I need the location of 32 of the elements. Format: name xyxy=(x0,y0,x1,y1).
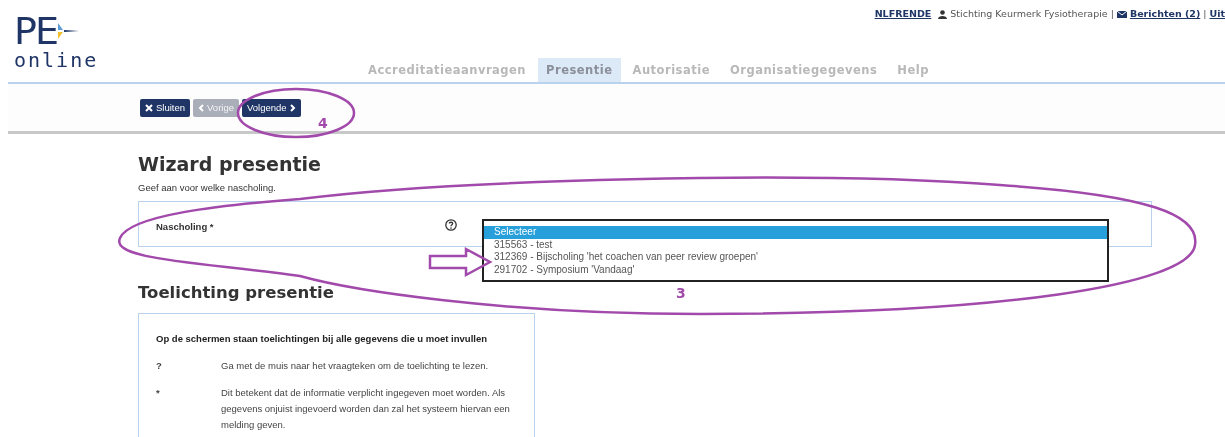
envelope-icon xyxy=(1116,10,1127,18)
user-icon xyxy=(938,9,948,19)
listbox-option[interactable]: 315563 - test xyxy=(484,238,1107,252)
page-title: Wizard presentie xyxy=(138,152,322,176)
explanation-text: Ga met de muis naar het vraagteken om de toelichting te lezen. xyxy=(221,358,489,373)
course-listbox[interactable]: Selecteer 315563 - test 312369 - Bijscholing 'het coachen van peer review groepen' 291702 - Symposium 'Vandaag' xyxy=(482,219,1109,283)
annotation-number: 4 xyxy=(318,114,328,133)
messages-link[interactable]: Berichten (2) xyxy=(1129,7,1201,22)
symbol-text: ? xyxy=(156,358,163,373)
annotation-number: 3 xyxy=(676,284,686,303)
explanation-text: Dit betekent dat de informatie verplicht ingegeven moet worden. Als gegevens onjuist ingevoerd worden dan zal het systeem hiervan een melding geven. xyxy=(221,385,511,432)
logo-text: PE xyxy=(14,12,57,50)
close-icon xyxy=(145,104,153,112)
annotation-arrow xyxy=(428,246,493,278)
chevron-left-icon xyxy=(198,104,205,112)
toolbar-button[interactable]: Sluiten xyxy=(140,99,191,117)
logo-subtext: online xyxy=(14,50,99,70)
user-code-link[interactable]: NLFRENDE xyxy=(874,7,932,22)
field-label: Nascholing * xyxy=(156,220,214,235)
logout-link[interactable]: Uit xyxy=(1209,7,1225,22)
listbox-option[interactable]: 291702 - Symposium 'Vandaag' xyxy=(484,263,1107,277)
explanation-heading: Op de schermen staan toelichtingen bij alle gegevens die u moet invullen xyxy=(156,332,488,347)
chevron-right-icon xyxy=(289,104,296,112)
separator: | xyxy=(1110,7,1114,21)
help-icon xyxy=(445,219,457,232)
separator: | xyxy=(1203,7,1207,21)
section-title: Toelichting presentie xyxy=(138,283,334,304)
organisation-name: Stichting Keurmerk Fysiotherapie xyxy=(950,7,1108,21)
listbox-option[interactable]: 312369 - Bijscholing 'het coachen van peer review groepen' xyxy=(484,251,1107,264)
symbol-text: * xyxy=(156,385,161,400)
toolbar-button[interactable]: Volgende xyxy=(242,99,301,117)
intro-text: Geef aan voor welke nascholing. xyxy=(138,181,277,195)
